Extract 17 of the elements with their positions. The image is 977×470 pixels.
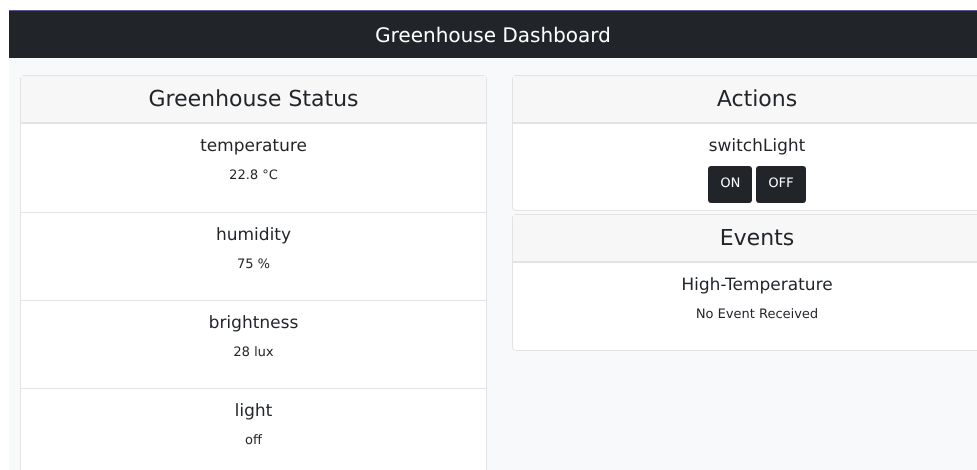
property-name: light [234,400,272,423]
property-name: humidity [216,224,292,247]
property-name: temperature [200,135,307,158]
property-value: 22.8 °C [229,166,278,184]
property-value: 75 % [236,256,270,274]
property-name: brightness [208,312,298,335]
property-value: 28 lux [233,344,274,362]
card-title: Actions [716,86,798,114]
navbar-title: Greenhouse Dashboard [375,22,611,48]
event-name: High-Temperature [681,274,833,297]
action-name: switchLight [708,135,806,158]
action-button[interactable]: ON [708,166,752,202]
card-title: Greenhouse Status [148,86,359,114]
event-message: No Event Received [696,306,818,324]
action-button[interactable]: OFF [756,166,806,202]
property-value: off [245,432,262,450]
card-title: Events [720,224,794,252]
